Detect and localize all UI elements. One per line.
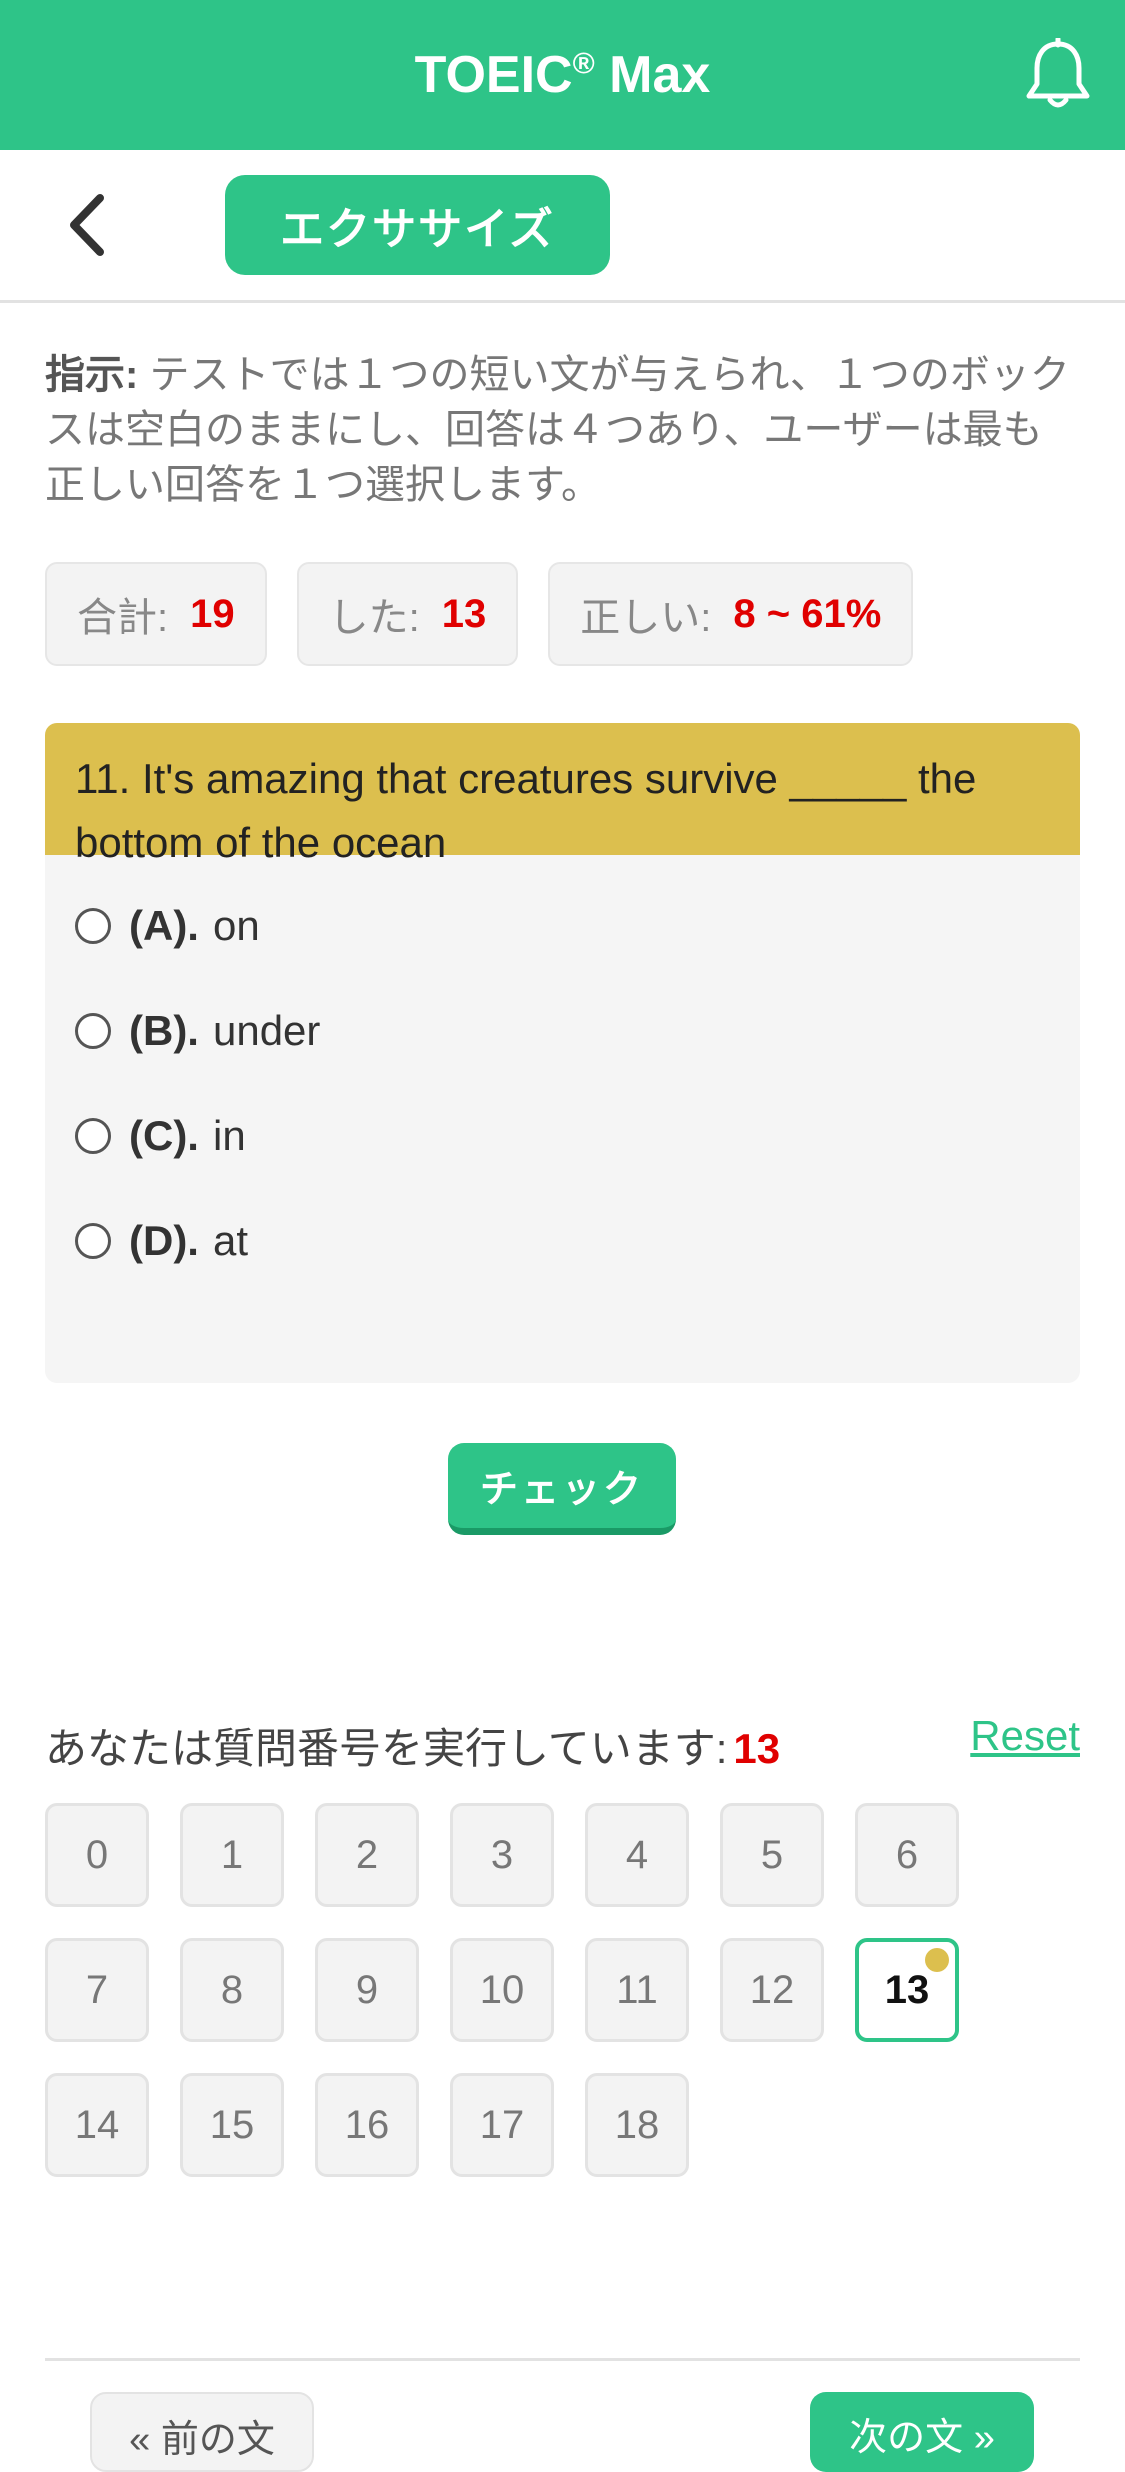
question-number-button[interactable]: 14 bbox=[45, 2073, 149, 2177]
question-number-button[interactable]: 5 bbox=[720, 1803, 824, 1907]
instruction-label: 指示: bbox=[45, 353, 139, 397]
app-header: TOEIC® Max bbox=[0, 0, 1125, 150]
question-number-button[interactable]: 0 bbox=[45, 1803, 149, 1907]
answer-options: (A). on (B). under (C). in (D). at bbox=[45, 855, 1080, 1311]
reset-link[interactable]: Reset bbox=[970, 1712, 1080, 1760]
question-number-button[interactable]: 8 bbox=[180, 1938, 284, 2042]
bell-icon[interactable] bbox=[1023, 38, 1093, 112]
current-question-number: 13 bbox=[733, 1725, 781, 1772]
back-arrow-icon[interactable] bbox=[62, 192, 112, 258]
question-number-button[interactable]: 7 bbox=[45, 1938, 149, 2042]
check-button[interactable]: チェック bbox=[448, 1443, 676, 1535]
question-number-button[interactable]: 1 bbox=[180, 1803, 284, 1907]
question-number-button[interactable]: 6 bbox=[855, 1803, 959, 1907]
option-d[interactable]: (D). at bbox=[75, 1188, 1050, 1293]
radio-button[interactable] bbox=[75, 1117, 111, 1154]
question-number-button[interactable]: 15 bbox=[180, 2073, 284, 2177]
current-indicator-dot bbox=[925, 1948, 949, 1972]
question-card: 11. It's amazing that creatures survive … bbox=[45, 723, 1080, 1383]
option-a[interactable]: (A). on bbox=[75, 873, 1050, 978]
tab-exercise[interactable]: エクササイズ bbox=[225, 175, 610, 275]
next-sentence-button[interactable]: 次の文 » bbox=[810, 2392, 1034, 2472]
stat-correct: 正しい: 8 ~ 61% bbox=[548, 562, 914, 666]
question-number-button[interactable]: 10 bbox=[450, 1938, 554, 2042]
question-number-button[interactable]: 4 bbox=[585, 1803, 689, 1907]
sub-navigation: エクササイズ bbox=[0, 150, 1125, 303]
radio-button[interactable] bbox=[75, 1012, 111, 1049]
progress-label: あなたは質問番号を実行しています: 13 bbox=[45, 1725, 781, 1772]
stat-total: 合計: 19 bbox=[45, 562, 267, 666]
question-text: 11. It's amazing that creatures survive … bbox=[45, 723, 1080, 866]
previous-sentence-button[interactable]: « 前の文 bbox=[90, 2392, 314, 2472]
option-c[interactable]: (C). in bbox=[75, 1083, 1050, 1188]
question-number-button[interactable]: 2 bbox=[315, 1803, 419, 1907]
question-number-button[interactable]: 9 bbox=[315, 1938, 419, 2042]
option-b[interactable]: (B). under bbox=[75, 978, 1050, 1083]
question-number-button[interactable]: 11 bbox=[585, 1938, 689, 2042]
instruction-body: テストでは１つの短い文が与えられ、１つのボックスは空白のままにし、回答は４つあり… bbox=[45, 353, 1070, 507]
question-number-button[interactable]: 12 bbox=[720, 1938, 824, 2042]
radio-button[interactable] bbox=[75, 907, 111, 944]
question-number-button[interactable]: 3 bbox=[450, 1803, 554, 1907]
instruction-text: 指示: テストでは１つの短い文が与えられ、１つのボックスは空白のままにし、回答は… bbox=[45, 348, 1080, 513]
question-number-button[interactable]: 16 bbox=[315, 2073, 419, 2177]
stats-row: 合計: 19 した: 13 正しい: 8 ~ 61% bbox=[45, 562, 914, 666]
radio-button[interactable] bbox=[75, 1222, 111, 1259]
stat-done: した: 13 bbox=[296, 562, 519, 666]
divider bbox=[45, 2358, 1080, 2361]
question-number-button[interactable]: 17 bbox=[450, 2073, 554, 2177]
question-number-button-current[interactable]: 13 bbox=[855, 1938, 959, 2042]
app-title: TOEIC® Max bbox=[414, 46, 711, 104]
question-number-button[interactable]: 18 bbox=[585, 2073, 689, 2177]
